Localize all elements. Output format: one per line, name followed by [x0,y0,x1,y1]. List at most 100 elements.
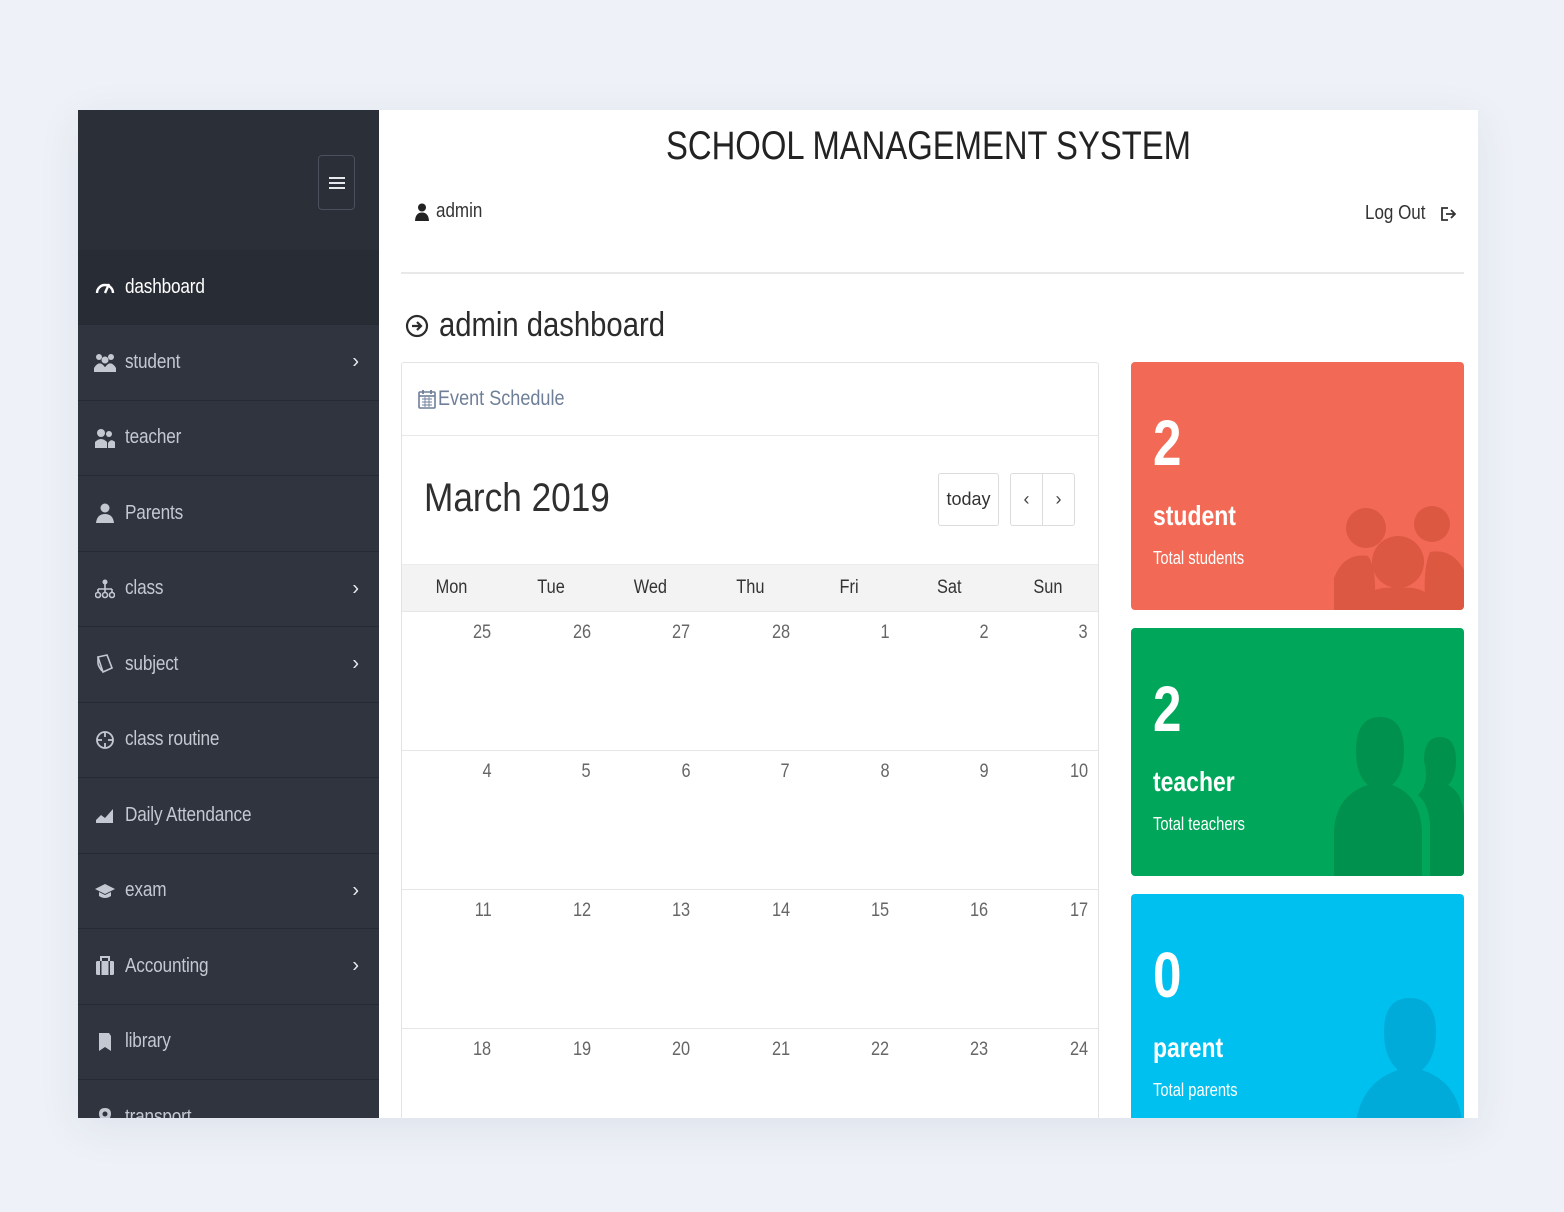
sidebar-item-accounting[interactable]: Accounting › [78,929,379,1005]
today-button[interactable]: today [938,473,999,526]
sidebar-item-label: exam [125,879,167,902]
stat-count: 2 [1153,673,1182,745]
sign-out-icon [1441,206,1456,221]
teacher-icon [1334,717,1464,876]
calendar-weekday-header: Mon Tue Wed Thu Fri Sat Sun [402,564,1098,612]
calendar-month-title: March 2019 [424,476,610,520]
calendar-day[interactable]: 9 [899,751,998,889]
calendar-day[interactable]: 6 [601,751,700,889]
parent-stat-card[interactable]: 0 parent Total parents [1131,894,1464,1118]
weekday-header: Sat [936,577,962,598]
sidebar-item-transport[interactable]: transport [78,1080,379,1118]
calendar-day[interactable]: 22 [800,1029,899,1118]
sidebar-item-label: class [125,577,164,600]
sidebar-item-label: dashboard [125,275,205,298]
calendar-day[interactable]: 23 [899,1029,998,1118]
calendar-day[interactable]: 17 [999,890,1098,1028]
logout-label: Log Out [1364,202,1426,224]
calendar-day[interactable]: 25 [402,612,501,750]
panel-title: Event Schedule [438,387,565,410]
calendar-week: 18 19 20 21 22 23 24 [402,1029,1098,1118]
calendar-day[interactable]: 20 [601,1029,700,1118]
calendar-week: 25 26 27 28 1 2 3 [402,612,1098,751]
prev-month-button[interactable]: ‹ [1011,474,1042,525]
calendar-nav: ‹ › [1010,473,1075,526]
calendar-day[interactable]: 16 [899,890,998,1028]
graduation-cap-icon [94,880,116,902]
sidebar-item-daily-attendance[interactable]: Daily Attendance [78,778,379,854]
menu-toggle-button[interactable] [318,155,355,210]
calendar-day[interactable]: 26 [501,612,600,750]
calendar-day[interactable]: 3 [999,612,1098,750]
chevron-right-icon: › [352,577,359,600]
calendar-day[interactable]: 1 [800,612,899,750]
main-content: SCHOOL MANAGEMENT SYSTEM admin Log Out a… [379,110,1478,1118]
calendar-day[interactable]: 13 [601,890,700,1028]
app-window: dashboard student › teacher Parents clas… [78,110,1478,1118]
calendar-day[interactable]: 7 [700,751,799,889]
sidebar-item-class-routine[interactable]: class routine [78,703,379,778]
calendar-day[interactable]: 24 [999,1029,1098,1118]
sidebar-item-label: Accounting [125,954,209,977]
calendar-week: 4 5 6 7 8 9 10 [402,751,1098,890]
next-month-button[interactable]: › [1042,474,1074,525]
chevron-right-icon: › [352,954,359,977]
sidebar-item-class[interactable]: class › [78,552,379,627]
stat-count: 0 [1153,939,1182,1011]
sitemap-icon [94,578,116,600]
stat-count: 2 [1153,407,1182,479]
briefcase-icon [94,955,116,977]
user-icon [415,203,429,221]
calendar-day[interactable]: 10 [999,751,1098,889]
users-icon [94,351,116,373]
stat-title: teacher [1153,766,1235,797]
chevron-right-icon: › [352,879,359,902]
weekday-header: Tue [537,577,565,598]
users-icon [1334,506,1464,610]
calendar-day[interactable]: 11 [402,890,501,1028]
calendar-icon [418,390,436,409]
current-user[interactable]: admin [415,200,490,223]
sidebar-header [78,110,379,250]
sidebar-item-library[interactable]: library [78,1005,379,1080]
calendar-day[interactable]: 19 [501,1029,600,1118]
sidebar-item-label: Parents [125,501,184,524]
sidebar: dashboard student › teacher Parents clas… [78,110,379,1118]
page-heading: admin dashboard [405,306,702,345]
sidebar-item-subject[interactable]: subject › [78,627,379,703]
logout-link[interactable]: Log Out [1365,202,1456,225]
app-title: SCHOOL MANAGEMENT SYSTEM [666,124,1191,168]
sidebar-item-label: Daily Attendance [125,803,252,826]
sidebar-item-label: student [125,350,181,373]
sidebar-item-parents[interactable]: Parents [78,476,379,552]
calendar-day[interactable]: 27 [601,612,700,750]
calendar-toolbar: March 2019 today ‹ › [402,436,1098,564]
calendar-day[interactable]: 8 [800,751,899,889]
calendar-day[interactable]: 28 [700,612,799,750]
teacher-stat-card[interactable]: 2 teacher Total teachers [1131,628,1464,876]
sidebar-item-exam[interactable]: exam › [78,854,379,929]
user-icon [1356,998,1462,1118]
calendar-day[interactable]: 5 [501,751,600,889]
sidebar-item-student[interactable]: student › [78,325,379,401]
sidebar-item-dashboard[interactable]: dashboard [78,250,379,325]
calendar-day[interactable]: 12 [501,890,600,1028]
calendar-day[interactable]: 4 [402,751,501,889]
student-stat-card[interactable]: 2 student Total students [1131,362,1464,610]
calendar-day[interactable]: 18 [402,1029,501,1118]
sidebar-item-label: subject [125,652,179,675]
weekday-header: Fri [839,577,859,598]
calendar-day[interactable]: 21 [700,1029,799,1118]
stat-subtitle: Total students [1153,548,1245,568]
calendar-day[interactable]: 14 [700,890,799,1028]
calendar-day[interactable]: 15 [800,890,899,1028]
calendar-day[interactable]: 2 [899,612,998,750]
stat-subtitle: Total teachers [1153,814,1245,834]
sidebar-item-label: teacher [125,426,182,449]
chevron-right-icon: › [352,350,359,373]
hamburger-icon [328,176,345,189]
event-schedule-panel: Event Schedule March 2019 today ‹ › Mon … [401,362,1099,1118]
sidebar-item-teacher[interactable]: teacher [78,401,379,476]
panel-header: Event Schedule [402,363,1098,436]
weekday-header: Sun [1033,577,1063,598]
